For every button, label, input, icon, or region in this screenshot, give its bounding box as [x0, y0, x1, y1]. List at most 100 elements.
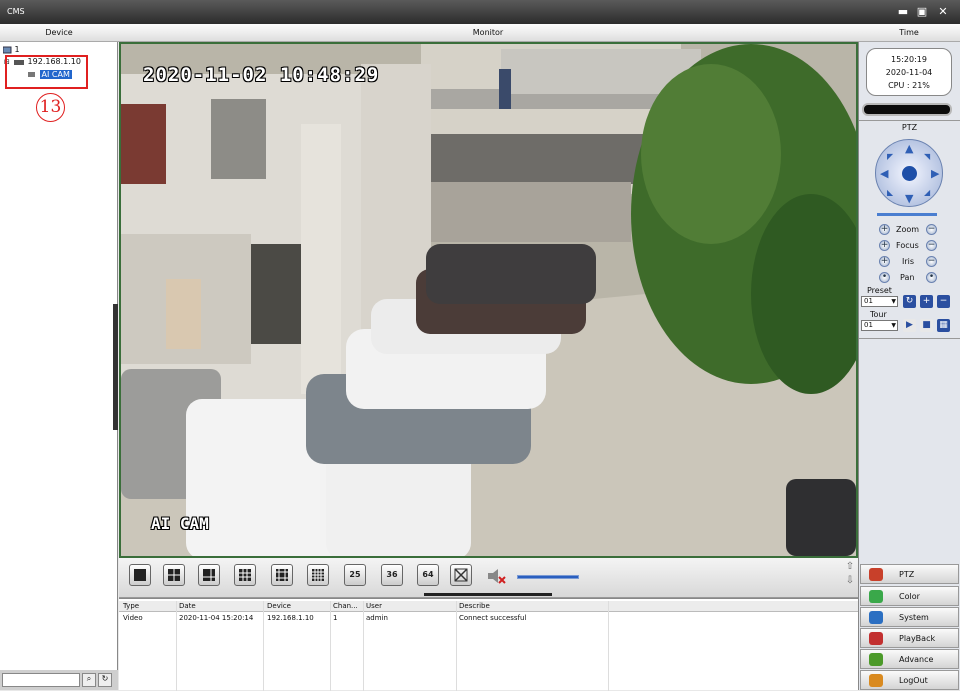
- minus-icon: −: [939, 296, 948, 306]
- tour-grid-button[interactable]: ▦: [937, 319, 950, 332]
- volume-slider[interactable]: [517, 575, 579, 579]
- right-panel: 15:20:19 2020-11-04 CPU : 21% PTZ ▲ ▼ ◀ …: [858, 42, 960, 690]
- system-menu-icon: [869, 611, 883, 624]
- menu-color-button[interactable]: Color: [860, 586, 959, 606]
- group-icon: [2, 46, 12, 53]
- title-bar: CMS ▬ ▣ ✕: [0, 0, 960, 24]
- zoom-in-button[interactable]: +: [879, 224, 890, 235]
- preset-add-button[interactable]: +: [920, 295, 933, 308]
- speaker-muted-icon: [488, 569, 506, 584]
- log-header-row: Type Date Device Chan... User Describe: [119, 601, 858, 612]
- thirteen-view-icon: [276, 569, 288, 581]
- layout-25-button[interactable]: 25: [344, 564, 366, 586]
- layout-toolbar: 25 36 64 ⇧ ⇩: [119, 558, 858, 598]
- collapse-handle[interactable]: [113, 304, 118, 430]
- window-title: CMS: [7, 7, 25, 16]
- tour-label: Tour: [870, 310, 887, 319]
- quad-view-icon: [168, 569, 180, 581]
- menu-system-button[interactable]: System: [860, 607, 959, 627]
- log-col-channel: Chan...: [333, 602, 358, 610]
- tour-play-button[interactable]: ▶: [903, 319, 916, 332]
- search-input[interactable]: [2, 673, 80, 687]
- minimize-button[interactable]: ▬: [895, 5, 911, 19]
- menu-logout-button[interactable]: LogOut: [860, 670, 959, 690]
- iris-open-button[interactable]: +: [879, 256, 890, 267]
- tour-select[interactable]: 01 ▼: [861, 320, 898, 331]
- monitor-header: Monitor: [118, 24, 858, 42]
- ptz-upright-icon[interactable]: ◥: [924, 151, 930, 162]
- iris-close-button[interactable]: −: [926, 256, 937, 267]
- ptz-right-icon[interactable]: ▶: [931, 168, 939, 179]
- layout-64-button[interactable]: 64: [417, 564, 439, 586]
- menu-playback-button[interactable]: PlayBack: [860, 628, 959, 648]
- ptz-joystick[interactable]: ▲ ▼ ◀ ▶ ◤ ◥ ◣ ◢: [875, 139, 943, 207]
- ptz-up-icon[interactable]: ▲: [905, 143, 913, 154]
- stop-icon: ■: [922, 320, 931, 330]
- tree-root[interactable]: 1: [2, 45, 20, 54]
- refresh-icon[interactable]: ↻: [98, 673, 112, 687]
- ptz-upleft-icon[interactable]: ◤: [887, 151, 893, 162]
- layout-6-button[interactable]: [198, 564, 220, 586]
- preset-label: Preset: [867, 286, 892, 295]
- focus-out-button[interactable]: −: [926, 240, 937, 251]
- sixteen-view-icon: [312, 569, 324, 581]
- log-col-type: Type: [123, 602, 140, 610]
- camera-scene: [121, 44, 856, 556]
- log-cell-describe: Connect successful: [459, 614, 527, 622]
- layout-36-button[interactable]: 36: [381, 564, 403, 586]
- ptz-center-icon[interactable]: [902, 166, 917, 181]
- focus-control: + Focus −: [879, 239, 941, 253]
- ptz-downright-icon[interactable]: ◢: [924, 187, 930, 198]
- log-col-date: Date: [179, 602, 196, 610]
- goto-icon: ↻: [905, 296, 914, 306]
- single-view-icon: [134, 569, 146, 581]
- log-cell-channel: 1: [333, 614, 338, 622]
- video-view[interactable]: 2020-11-02 10:48:29 AI CAM: [119, 42, 858, 558]
- log-cell-type: Video: [123, 614, 143, 622]
- fullscreen-button[interactable]: [450, 564, 472, 586]
- layout-4-button[interactable]: [163, 564, 185, 586]
- preset-select[interactable]: 01 ▼: [861, 296, 898, 307]
- close-button[interactable]: ✕: [935, 5, 951, 19]
- layout-16-button[interactable]: [307, 564, 329, 586]
- playback-menu-icon: [869, 632, 883, 645]
- osd-channel-name: AI CAM: [151, 514, 209, 533]
- logout-menu-icon: [869, 674, 883, 687]
- device-header: Device: [0, 24, 118, 42]
- log-cell-user: admin: [366, 614, 388, 622]
- event-log: Type Date Device Chan... User Describe V…: [119, 598, 858, 691]
- chevron-down-icon: ▼: [891, 298, 896, 305]
- clock-date: 2020-11-04: [885, 68, 933, 77]
- ptz-speed-slider[interactable]: [877, 213, 937, 216]
- menu-advance-label: Advance: [899, 655, 934, 664]
- layout-9-button[interactable]: [234, 564, 256, 586]
- layout-1-button[interactable]: [129, 564, 151, 586]
- menu-advance-button[interactable]: Advance: [860, 649, 959, 669]
- iris-control: + Iris −: [879, 255, 941, 269]
- mute-button[interactable]: [486, 566, 508, 586]
- pan-stop-button[interactable]: •: [926, 272, 937, 283]
- menu-playback-label: PlayBack: [899, 634, 936, 643]
- pan-start-button[interactable]: •: [879, 272, 890, 283]
- ptz-downleft-icon[interactable]: ◣: [887, 187, 893, 198]
- preset-goto-button[interactable]: ↻: [903, 295, 916, 308]
- preset-remove-button[interactable]: −: [937, 295, 950, 308]
- search-icon[interactable]: ⌕: [82, 673, 96, 687]
- play-icon: ▶: [906, 320, 913, 330]
- focus-in-button[interactable]: +: [879, 240, 890, 251]
- scroll-arrows-icon[interactable]: ⇧ ⇩: [843, 560, 857, 592]
- pan-label: Pan: [900, 273, 915, 282]
- tour-stop-button[interactable]: ■: [920, 319, 933, 332]
- menu-color-label: Color: [899, 592, 920, 601]
- panel-splitter[interactable]: [424, 593, 552, 596]
- focus-label: Focus: [896, 241, 919, 250]
- zoom-out-button[interactable]: −: [926, 224, 937, 235]
- maximize-button[interactable]: ▣: [914, 5, 930, 19]
- callout-number: 13: [36, 93, 65, 122]
- layout-13-button[interactable]: [271, 564, 293, 586]
- table-row[interactable]: Video 2020-11-04 15:20:14 192.168.1.10 1…: [119, 613, 858, 624]
- cpu-usage: CPU : 21%: [888, 81, 930, 90]
- menu-ptz-button[interactable]: PTZ: [860, 564, 959, 584]
- ptz-left-icon[interactable]: ◀: [880, 168, 888, 179]
- ptz-down-icon[interactable]: ▼: [905, 193, 913, 204]
